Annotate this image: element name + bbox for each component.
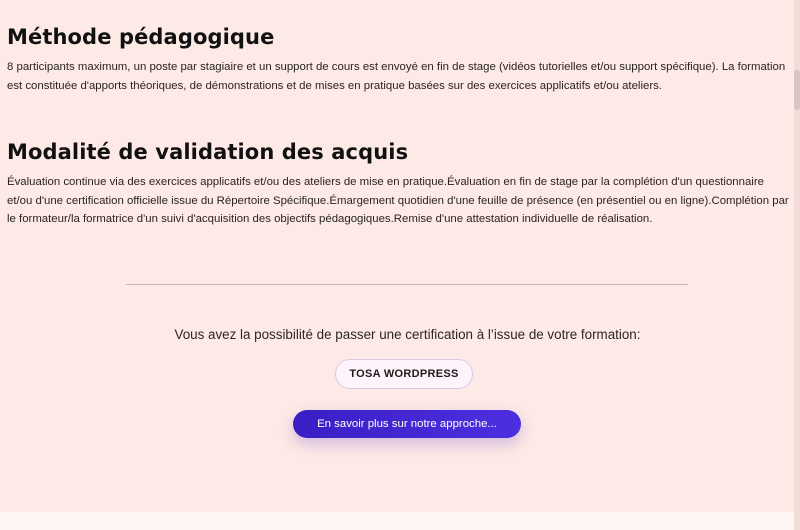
- learn-more-approach-button[interactable]: En savoir plus sur notre approche...: [293, 410, 521, 438]
- method-heading: Méthode pédagogique: [7, 25, 275, 49]
- validation-heading: Modalité de validation des acquis: [7, 140, 409, 164]
- footer-strip: [0, 512, 800, 530]
- method-description: 8 participants maximum, un poste par sta…: [7, 61, 786, 92]
- page-scrollbar[interactable]: [794, 0, 800, 530]
- section-divider: [126, 284, 688, 285]
- certification-badge-tosa-wordpress[interactable]: TOSA WORDPRESS: [335, 359, 473, 389]
- certification-intro: Vous avez la possibilité de passer une c…: [174, 327, 641, 342]
- scrollbar-thumb[interactable]: [794, 70, 800, 110]
- validation-description: Évaluation continue via des exercices ap…: [7, 176, 789, 225]
